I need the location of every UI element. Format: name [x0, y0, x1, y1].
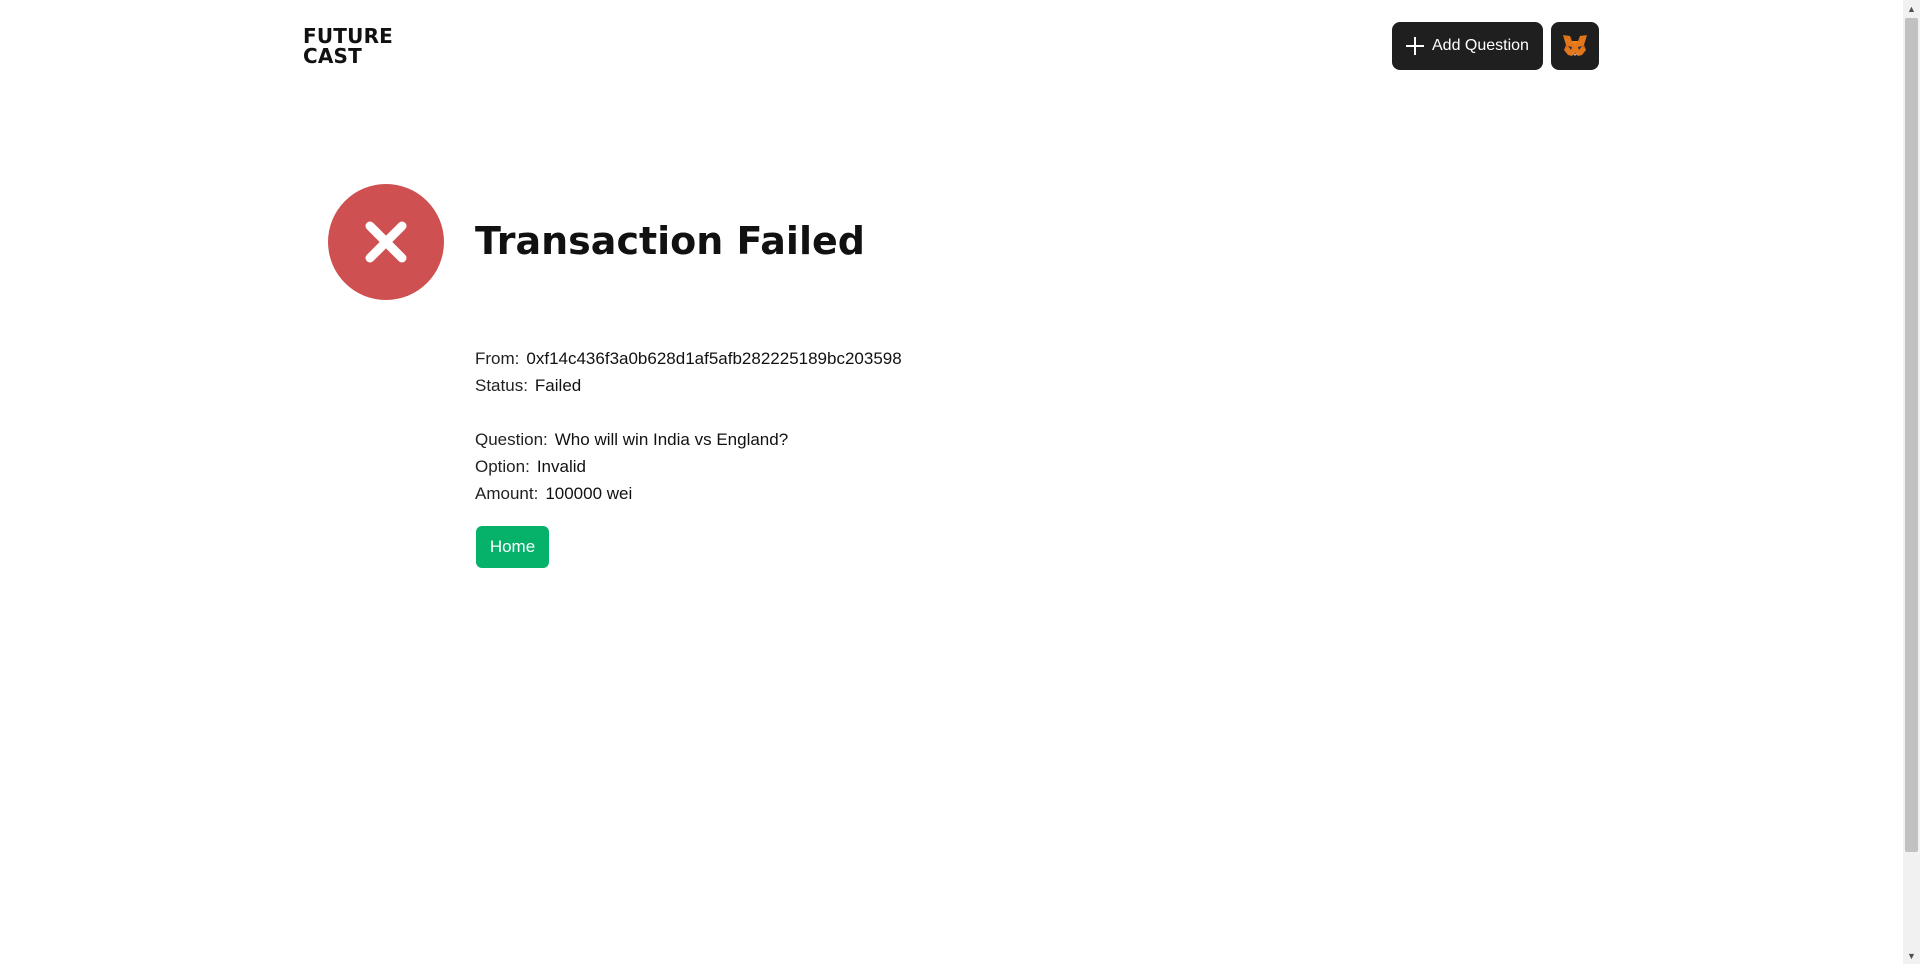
option-label: Option: — [475, 457, 530, 476]
status-row: Status: Failed — [475, 372, 902, 399]
amount-value: 100000 wei — [545, 484, 633, 503]
question-value: Who will win India vs England? — [554, 430, 789, 449]
scroll-up-icon[interactable]: ▲ — [1903, 0, 1920, 17]
logo[interactable]: FUTURE CAST — [303, 26, 393, 66]
logo-line-2: CAST — [303, 44, 363, 68]
option-row: Option: Invalid — [475, 453, 902, 480]
home-button[interactable]: Home — [476, 526, 549, 568]
from-row: From: 0xf14c436f3a0b628d1af5afb282225189b… — [475, 345, 902, 372]
plus-icon — [1406, 37, 1424, 55]
amount-row: Amount: 100000 wei — [475, 480, 902, 507]
status-value: Failed — [534, 376, 582, 395]
add-question-label: Add Question — [1432, 37, 1529, 54]
status-label: Status: — [475, 376, 528, 395]
option-value: Invalid — [536, 457, 586, 476]
scroll-down-icon[interactable]: ▼ — [1903, 947, 1920, 964]
page: FUTURE CAST Add Question Transaction Fai… — [0, 0, 1920, 964]
from-label: From: — [475, 349, 520, 368]
scroll-thumb[interactable] — [1905, 18, 1918, 852]
question-label: Question: — [475, 430, 548, 449]
vertical-scrollbar[interactable]: ▲ ▼ — [1903, 0, 1920, 964]
x-circle-icon — [328, 184, 444, 300]
logo-line-1: FUTURE — [303, 24, 394, 48]
page-title: Transaction Failed — [475, 219, 865, 263]
wallet-button[interactable] — [1551, 22, 1599, 70]
amount-label: Amount: — [475, 484, 539, 503]
question-row: Question: Who will win India vs England? — [475, 426, 902, 453]
metamask-fox-icon — [1563, 35, 1587, 56]
transaction-details: From: 0xf14c436f3a0b628d1af5afb282225189b… — [475, 345, 902, 507]
header-actions: Add Question — [1392, 22, 1599, 70]
close-icon — [365, 221, 407, 263]
add-question-button[interactable]: Add Question — [1392, 22, 1543, 70]
from-value: 0xf14c436f3a0b628d1af5afb282225189bc2035… — [526, 349, 902, 368]
